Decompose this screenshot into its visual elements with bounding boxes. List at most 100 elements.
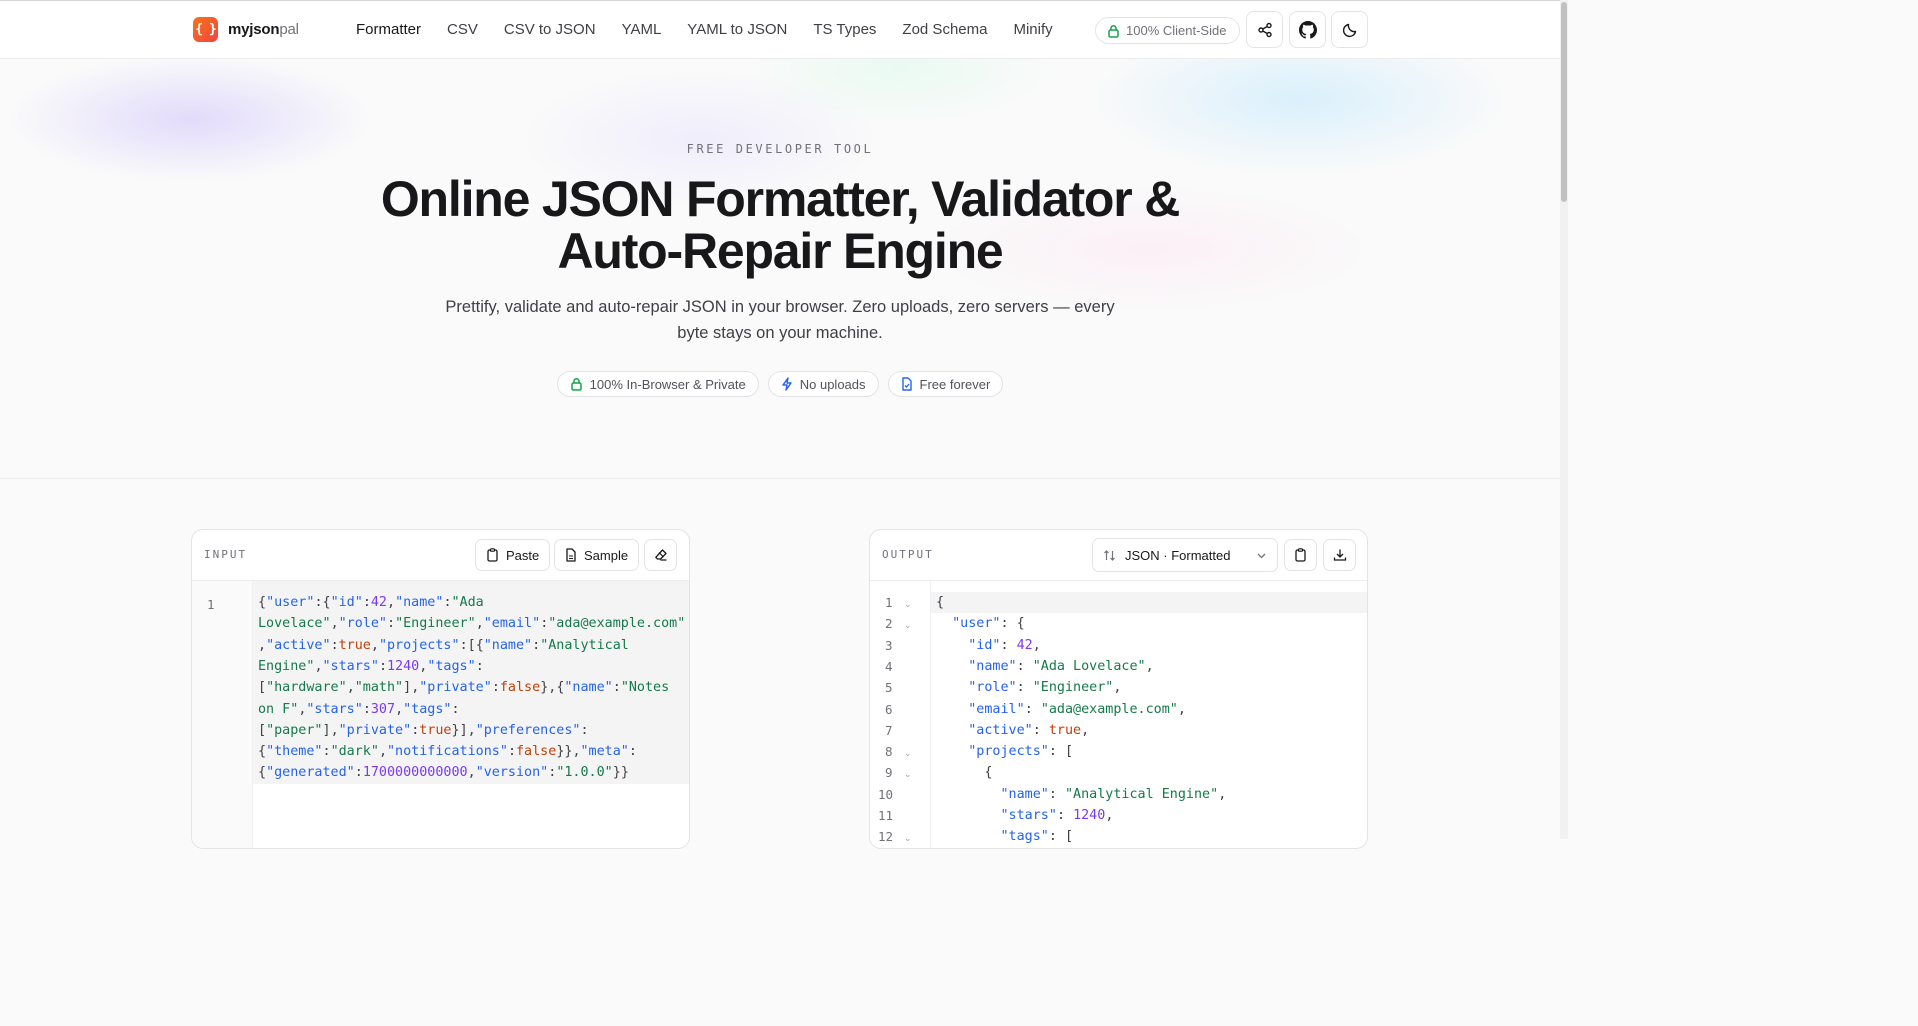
brand-name: myjsonpal xyxy=(228,21,299,38)
line-number: 8 xyxy=(885,744,893,760)
sample-button[interactable]: Sample xyxy=(554,539,640,571)
bolt-icon xyxy=(782,377,792,391)
output-code-line: "role": "Engineer", xyxy=(968,680,1122,696)
line-number: 7 xyxy=(885,722,893,738)
line-number: 6 xyxy=(885,701,893,717)
nav-item-yaml[interactable]: YAML xyxy=(622,21,662,38)
lock-icon xyxy=(570,377,582,391)
fold-chevron-icon[interactable]: ⌄ xyxy=(904,769,912,780)
client-side-badge: 100% Client-Side xyxy=(1095,17,1241,44)
nav-item-yaml-to-json[interactable]: YAML to JSON xyxy=(687,21,787,38)
output-editor[interactable]: 1 ⌄ 2 ⌄ 3 4 5 6 7 8 ⌄ 9 ⌄ 10 11 12 ⌄ { "user": { "id": 4… xyxy=(870,581,1367,848)
output-code-line: "name": "Ada Lovelace", xyxy=(968,658,1154,674)
output-format-select[interactable]: JSON · Formatted xyxy=(1092,538,1278,572)
feature-badges: 100% In-Browser & Private No uploads Fre… xyxy=(0,371,1560,397)
input-code-line: ,"active":true,"projects":[{"name":"Anal… xyxy=(258,637,629,653)
output-code-line: { xyxy=(936,595,945,610)
output-code-line: { xyxy=(984,765,993,781)
nav-item-ts-types[interactable]: TS Types xyxy=(813,21,876,38)
page-scrollbar[interactable] xyxy=(1560,0,1568,839)
input-code-line: ["hardware","math"],"private":false},{"n… xyxy=(258,680,670,696)
output-code-line: "stars": 1240, xyxy=(1000,808,1114,823)
output-code-line: "tags": [ xyxy=(1000,829,1074,845)
sort-arrows-icon xyxy=(1104,549,1115,561)
input-code-line: Lovelace","role":"Engineer","email":"ada… xyxy=(258,616,686,632)
line-number: 4 xyxy=(885,658,893,674)
fold-chevron-icon[interactable]: ⌄ xyxy=(904,833,912,844)
page-title-line-1: Online JSON Formatter, Validator & xyxy=(380,171,1180,227)
badge-no-uploads: No uploads xyxy=(767,371,879,397)
brand-name-light: pal xyxy=(279,21,299,38)
output-code-line: "user": { xyxy=(952,616,1025,632)
output-code-line: "email": "ada@example.com", xyxy=(968,701,1186,717)
nav-item-zod-schema[interactable]: Zod Schema xyxy=(902,21,987,38)
output-panel: OUTPUT JSON · Formatted 1 ⌄ 2 ⌄ 3 4 5 6 7 8 ⌄ 9 ⌄ 10 1… xyxy=(869,529,1368,849)
clipboard-paste-icon xyxy=(487,548,498,562)
line-number: 2 xyxy=(885,616,893,632)
badge-free-forever: Free forever xyxy=(887,371,1004,397)
brand-name-bold: myjson xyxy=(228,21,280,38)
badge-in-browser: 100% In-Browser & Private xyxy=(556,371,759,397)
brand-logo-link[interactable]: { } myjsonpal xyxy=(193,17,299,42)
line-number: 10 xyxy=(878,786,894,802)
clipboard-icon xyxy=(1295,548,1306,562)
input-line-gutter: 1 xyxy=(192,581,253,848)
input-panel-label: INPUT xyxy=(204,548,248,561)
share-icon xyxy=(1257,22,1272,37)
chevron-down-icon xyxy=(1257,553,1266,558)
download-output-button[interactable] xyxy=(1323,539,1356,571)
moon-icon xyxy=(1342,23,1356,37)
client-side-badge-label: 100% Client-Side xyxy=(1126,23,1227,38)
nav-item-formatter[interactable]: Formatter xyxy=(356,21,421,38)
github-icon xyxy=(1298,20,1317,39)
input-code-line: {"theme":"dark","notifications":false}},… xyxy=(258,744,637,760)
line-number: 1 xyxy=(207,597,215,612)
copy-output-button[interactable] xyxy=(1284,539,1317,571)
github-button[interactable] xyxy=(1289,11,1326,48)
output-panel-label: OUTPUT xyxy=(882,548,934,561)
nav-item-minify[interactable]: Minify xyxy=(1013,21,1052,38)
line-number: 5 xyxy=(885,680,893,696)
line-number: 11 xyxy=(878,808,894,823)
share-button[interactable] xyxy=(1246,11,1283,48)
output-active-line-highlight xyxy=(931,592,1367,613)
top-navigation-bar: { } myjsonpal Formatter CSV CSV to JSON … xyxy=(0,0,1560,59)
paste-button[interactable]: Paste xyxy=(475,539,551,571)
output-line-gutter: 1 ⌄ 2 ⌄ 3 4 5 6 7 8 ⌄ 9 ⌄ 10 11 12 ⌄ xyxy=(870,581,931,848)
fold-chevron-icon[interactable]: ⌄ xyxy=(904,599,912,610)
output-code-line: "active": true, xyxy=(968,722,1090,738)
nav-item-csv-to-json[interactable]: CSV to JSON xyxy=(504,21,596,38)
file-icon xyxy=(901,377,912,391)
badge-label: 100% In-Browser & Private xyxy=(589,376,746,392)
input-code-line: {"user":{"id":42,"name":"Ada xyxy=(258,595,484,610)
eraser-icon xyxy=(654,549,667,561)
hero-subtitle: Prettify, validate and auto-repair JSON … xyxy=(445,298,1115,342)
line-number: 12 xyxy=(878,829,894,845)
output-code-line: "projects": [ xyxy=(968,744,1074,760)
line-number: 3 xyxy=(885,637,893,653)
clear-button[interactable] xyxy=(644,539,677,571)
output-code-line: "id": 42, xyxy=(968,637,1041,653)
fold-chevron-icon[interactable]: ⌄ xyxy=(904,620,912,631)
page-title: Online JSON Formatter, Validator & Auto-… xyxy=(0,173,1560,277)
line-number: 9 xyxy=(885,765,893,781)
paste-button-label: Paste xyxy=(506,547,540,563)
output-panel-header: OUTPUT JSON · Formatted xyxy=(870,530,1367,581)
input-panel: INPUT Paste Sample 1 {"user":{"id":42,"n… xyxy=(191,529,690,849)
nav-item-csv[interactable]: CSV xyxy=(447,21,478,38)
main-nav: Formatter CSV CSV to JSON YAML YAML to J… xyxy=(356,21,1079,38)
sample-button-label: Sample xyxy=(584,547,629,563)
line-number: 1 xyxy=(885,595,893,610)
lock-icon xyxy=(1108,24,1119,38)
scrollbar-thumb[interactable] xyxy=(1561,2,1567,202)
badge-label: No uploads xyxy=(799,376,866,392)
output-format-value: JSON · Formatted xyxy=(1125,547,1231,563)
input-editor[interactable]: 1 {"user":{"id":42,"name":"Ada Lovelace",… xyxy=(192,581,689,848)
fold-chevron-icon[interactable]: ⌄ xyxy=(904,748,912,759)
document-icon xyxy=(566,548,576,562)
theme-toggle-button[interactable] xyxy=(1331,11,1368,48)
braces-logo-icon: { } xyxy=(193,17,218,42)
output-code-line: "name": "Analytical Engine", xyxy=(1000,786,1227,802)
input-panel-header: INPUT Paste Sample xyxy=(192,530,689,581)
hero-section: FREE DEVELOPER TOOL Online JSON Formatte… xyxy=(0,59,1560,479)
